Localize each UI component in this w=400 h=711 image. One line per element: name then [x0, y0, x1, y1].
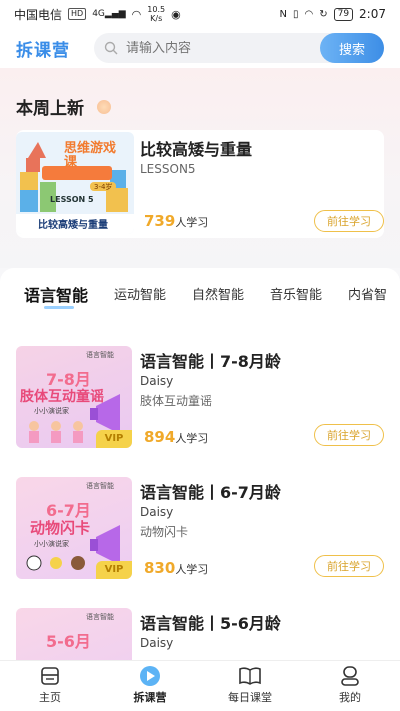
course-author: Daisy — [140, 505, 174, 519]
weekly-course-card[interactable]: 思维游戏课 3-4岁 LESSON 5 比较高矮与重量 比较高矮与重量 LESS… — [16, 130, 384, 238]
vip-badge: VIP — [96, 561, 132, 579]
search-button[interactable]: 搜索 — [320, 33, 384, 63]
tab-intrapersonal[interactable]: 内省智 — [348, 284, 387, 303]
thumb-caption: 比较高矮与重量 — [38, 220, 108, 231]
course-title[interactable]: 语言智能丨7-8月龄 — [140, 348, 281, 372]
play-icon — [140, 666, 160, 686]
course-desc: 肢体互动童谣 — [140, 394, 213, 408]
learner-count-number: 894 — [144, 428, 176, 446]
category-tabs: 语言智能 运动智能 自然智能 音乐智能 内省智 — [0, 284, 400, 314]
battery-icon: 79 — [333, 7, 354, 21]
learner-count: 894人学习 — [144, 428, 208, 446]
learner-count-unit: 人学习 — [175, 432, 209, 445]
course-thumbnail[interactable]: 语言智能 7-8月 肢体互动童谣 小小演说家 VIP — [16, 346, 132, 448]
tab-nature[interactable]: 自然智能 — [192, 284, 244, 303]
tab-daily-class[interactable]: 每日课堂 — [210, 665, 290, 705]
net-speed-value: 10.5 — [147, 5, 166, 14]
tab-home[interactable]: 主页 — [10, 665, 90, 705]
thumb-tag: 语言智能 — [86, 613, 114, 621]
learner-count-number: 739 — [144, 212, 176, 230]
vip-badge: VIP — [96, 430, 132, 448]
course-author: Daisy — [140, 374, 174, 388]
profile-icon — [341, 666, 359, 686]
tab-chaikeying[interactable]: 拆课营 — [110, 665, 190, 705]
net-speed: 10.5 K/s — [147, 5, 165, 23]
course-title[interactable]: 比较高矮与重量 — [140, 136, 252, 160]
search-box[interactable]: 搜索 — [94, 33, 384, 63]
tab-motor[interactable]: 运动智能 — [114, 284, 166, 303]
status-bar: 中国电信 HD 4G▂▄▆ ◠ 10.5 K/s ◉ N ▯ ◠ ↻ 79 2:… — [0, 0, 400, 28]
course-thumbnail[interactable]: 语言智能 5-6月 — [16, 608, 132, 660]
headphone-icon: ◠ — [304, 8, 314, 20]
wifi-icon: ◠ — [131, 7, 142, 21]
tab-chaikeying-label: 拆课营 — [133, 691, 167, 704]
tab-language[interactable]: 语言智能 — [24, 282, 88, 306]
hd-badge: HD — [68, 8, 87, 20]
tab-daily-class-label: 每日课堂 — [228, 691, 272, 704]
signal-icon: 4G▂▄▆ — [92, 9, 126, 19]
course-subtitle: LESSON5 — [140, 162, 196, 176]
thumb-age: 3-4岁 — [94, 183, 113, 191]
decor-dot — [97, 100, 111, 114]
tab-profile[interactable]: 我的 — [310, 665, 390, 705]
app-logo[interactable]: 拆课营 — [16, 36, 84, 61]
course-title[interactable]: 语言智能丨6-7月龄 — [140, 479, 281, 503]
course-desc: 动物闪卡 — [140, 525, 189, 539]
learner-count: 739人学习 — [144, 212, 208, 230]
book-icon — [239, 667, 261, 685]
battery-level: 79 — [337, 8, 350, 19]
search-input[interactable] — [126, 40, 306, 56]
carrier-label: 中国电信 — [14, 7, 63, 22]
wechat-icon: ◉ — [171, 7, 181, 21]
header: 拆课营 搜索 — [0, 28, 400, 68]
network-type: 4G — [92, 9, 105, 19]
vibrate-icon: ▯ — [292, 8, 299, 20]
tab-home-label: 主页 — [39, 691, 61, 704]
thumb-lesson: LESSON 5 — [50, 195, 94, 204]
clock: 2:07 — [359, 7, 386, 21]
search-icon — [104, 41, 118, 55]
course-thumbnail[interactable]: 语言智能 6-7月 动物闪卡 小小演说家 VIP — [16, 477, 132, 579]
course-thumbnail[interactable]: 思维游戏课 3-4岁 LESSON 5 比较高矮与重量 — [16, 132, 134, 234]
course-title[interactable]: 语言智能丨5-6月龄 — [140, 610, 281, 634]
learner-count-unit: 人学习 — [175, 563, 209, 576]
course-item[interactable]: 语言智能 6-7月 动物闪卡 小小演说家 VIP 语言智能丨6-7月龄 Dais… — [16, 477, 384, 581]
nfc-icon: N — [279, 8, 287, 20]
tab-profile-label: 我的 — [339, 691, 361, 704]
thumb-title: 思维游戏课 — [64, 141, 117, 170]
go-learn-button[interactable]: 前往学习 — [314, 555, 384, 577]
learner-count: 830人学习 — [144, 559, 208, 577]
course-list-section: 语言智能 运动智能 自然智能 音乐智能 内省智 语言智能 7-8月 肢体互动童谣… — [0, 268, 400, 660]
bottom-tab-bar: 主页 拆课营 每日课堂 我的 — [0, 660, 400, 711]
learner-count-number: 830 — [144, 559, 176, 577]
go-learn-button[interactable]: 前往学习 — [314, 210, 384, 232]
tab-music[interactable]: 音乐智能 — [270, 284, 322, 303]
go-learn-button[interactable]: 前往学习 — [314, 424, 384, 446]
sync-icon: ↻ — [319, 8, 328, 20]
course-item[interactable]: 语言智能 7-8月 肢体互动童谣 小小演说家 VIP 语言智能丨7-8月龄 Da… — [16, 346, 384, 450]
course-item[interactable]: 语言智能 5-6月 语言智能丨5-6月龄 Daisy — [16, 608, 384, 660]
weekly-section: 本周上新 思维游戏课 3-4岁 LESSON 5 比较高矮与重量 比较高矮与重量 — [0, 68, 400, 268]
thumb-age: 5-6月 — [46, 632, 91, 651]
net-speed-unit: K/s — [150, 14, 163, 23]
active-tab-indicator — [44, 306, 74, 309]
weekly-title: 本周上新 — [16, 99, 84, 119]
home-icon — [41, 667, 59, 685]
course-author: Daisy — [140, 636, 174, 650]
learner-count-unit: 人学习 — [175, 216, 209, 229]
